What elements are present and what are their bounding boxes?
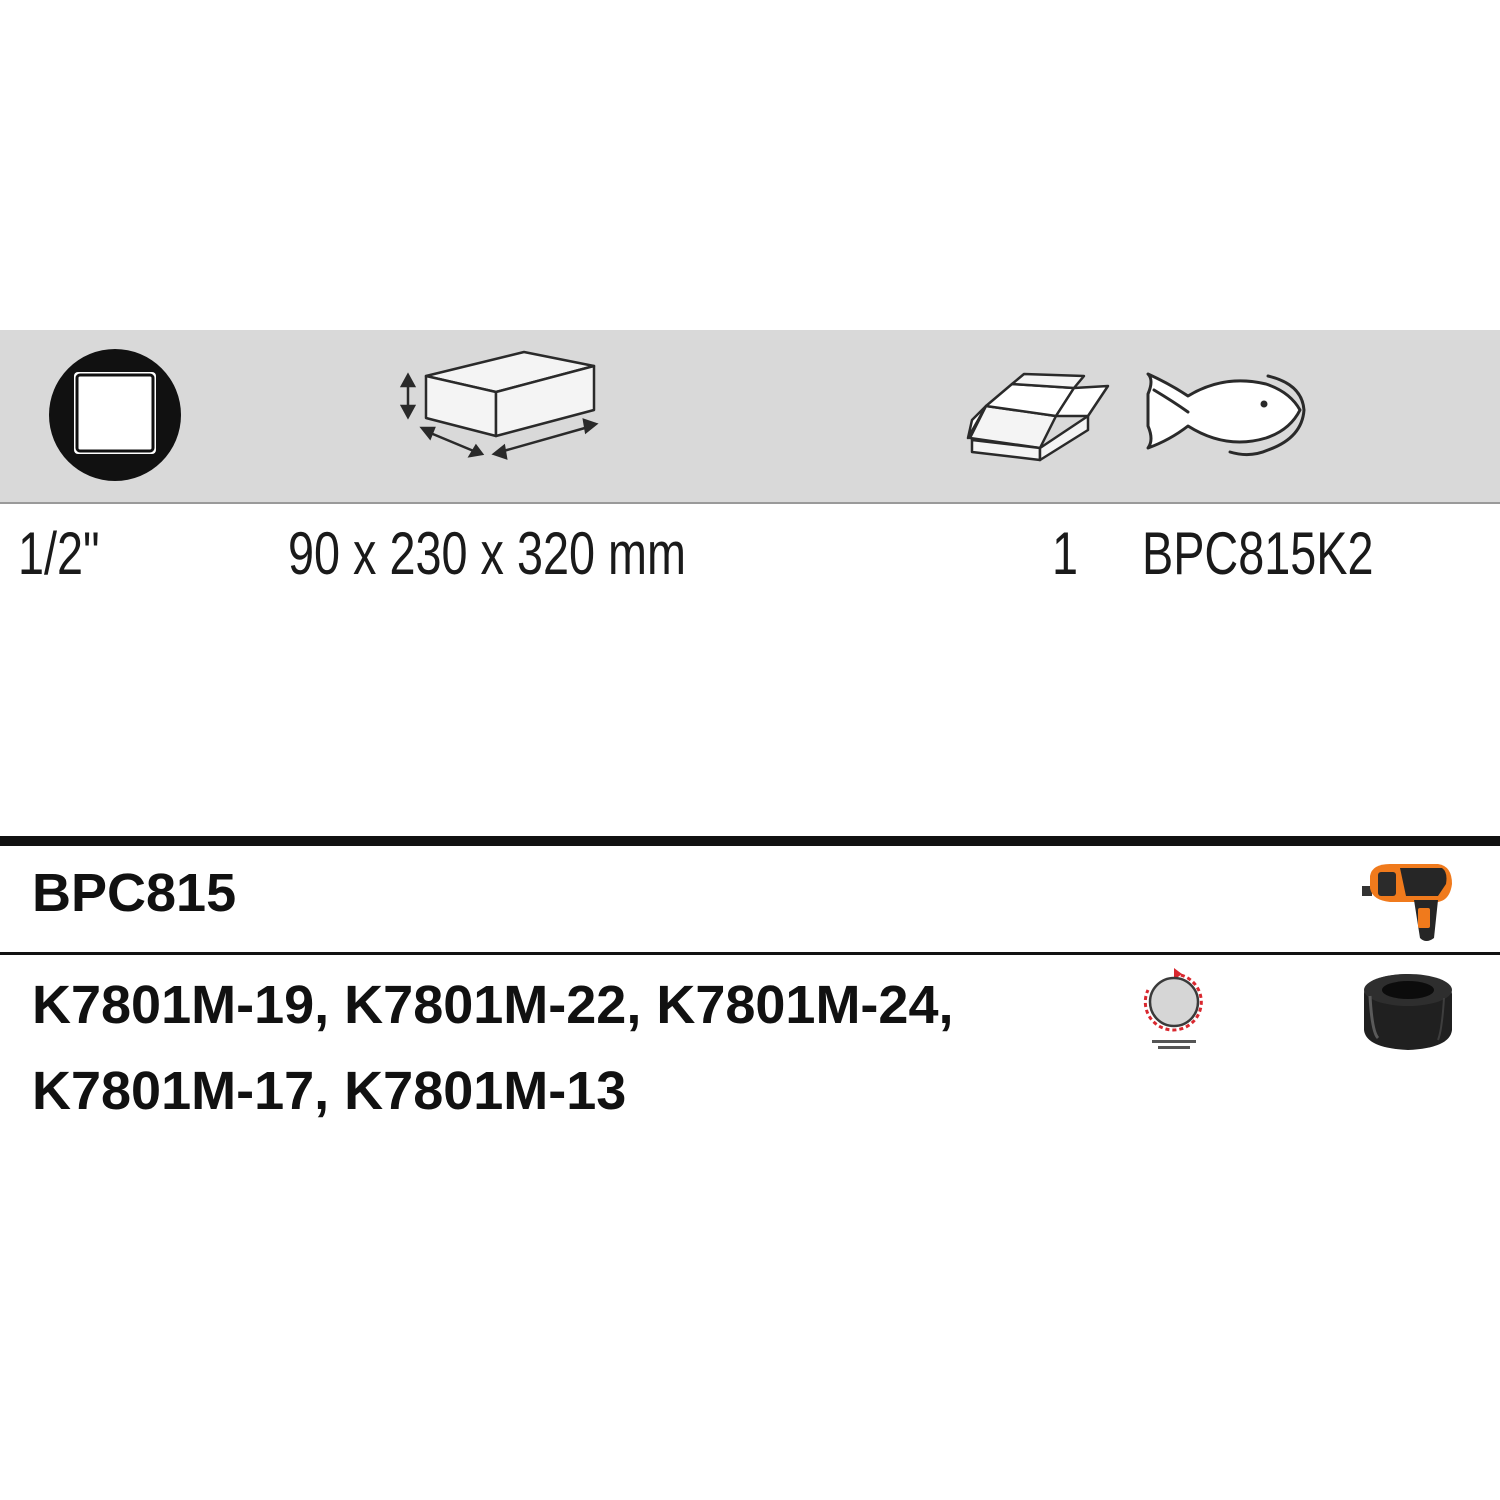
dimensions-value: 90 x 230 x 320 mm [288, 520, 687, 587]
section-divider-thin [0, 952, 1500, 955]
drive-size-value: 1/2" [18, 520, 100, 587]
box-dimensions-icon [399, 350, 599, 460]
impact-wrench-icon [1362, 864, 1452, 941]
quantity-value: 1 [1052, 520, 1079, 587]
rotation-direction-icon [1143, 968, 1203, 1049]
product-code-value: BPC815K2 [1142, 520, 1374, 587]
socket-codes-line-1: K7801M-19, K7801M-22, K7801M-24, [32, 975, 954, 1035]
icon-header-band [0, 330, 1500, 504]
fish-outline-icon [1146, 372, 1306, 457]
item-product-code: BPC815 [32, 863, 237, 923]
square-drive-icon [49, 349, 181, 481]
open-box-icon [966, 372, 1110, 462]
section-divider-thick [0, 836, 1500, 846]
impact-socket-icon [1364, 974, 1452, 1050]
socket-codes-line-2: K7801M-17, K7801M-13 [32, 1061, 627, 1121]
